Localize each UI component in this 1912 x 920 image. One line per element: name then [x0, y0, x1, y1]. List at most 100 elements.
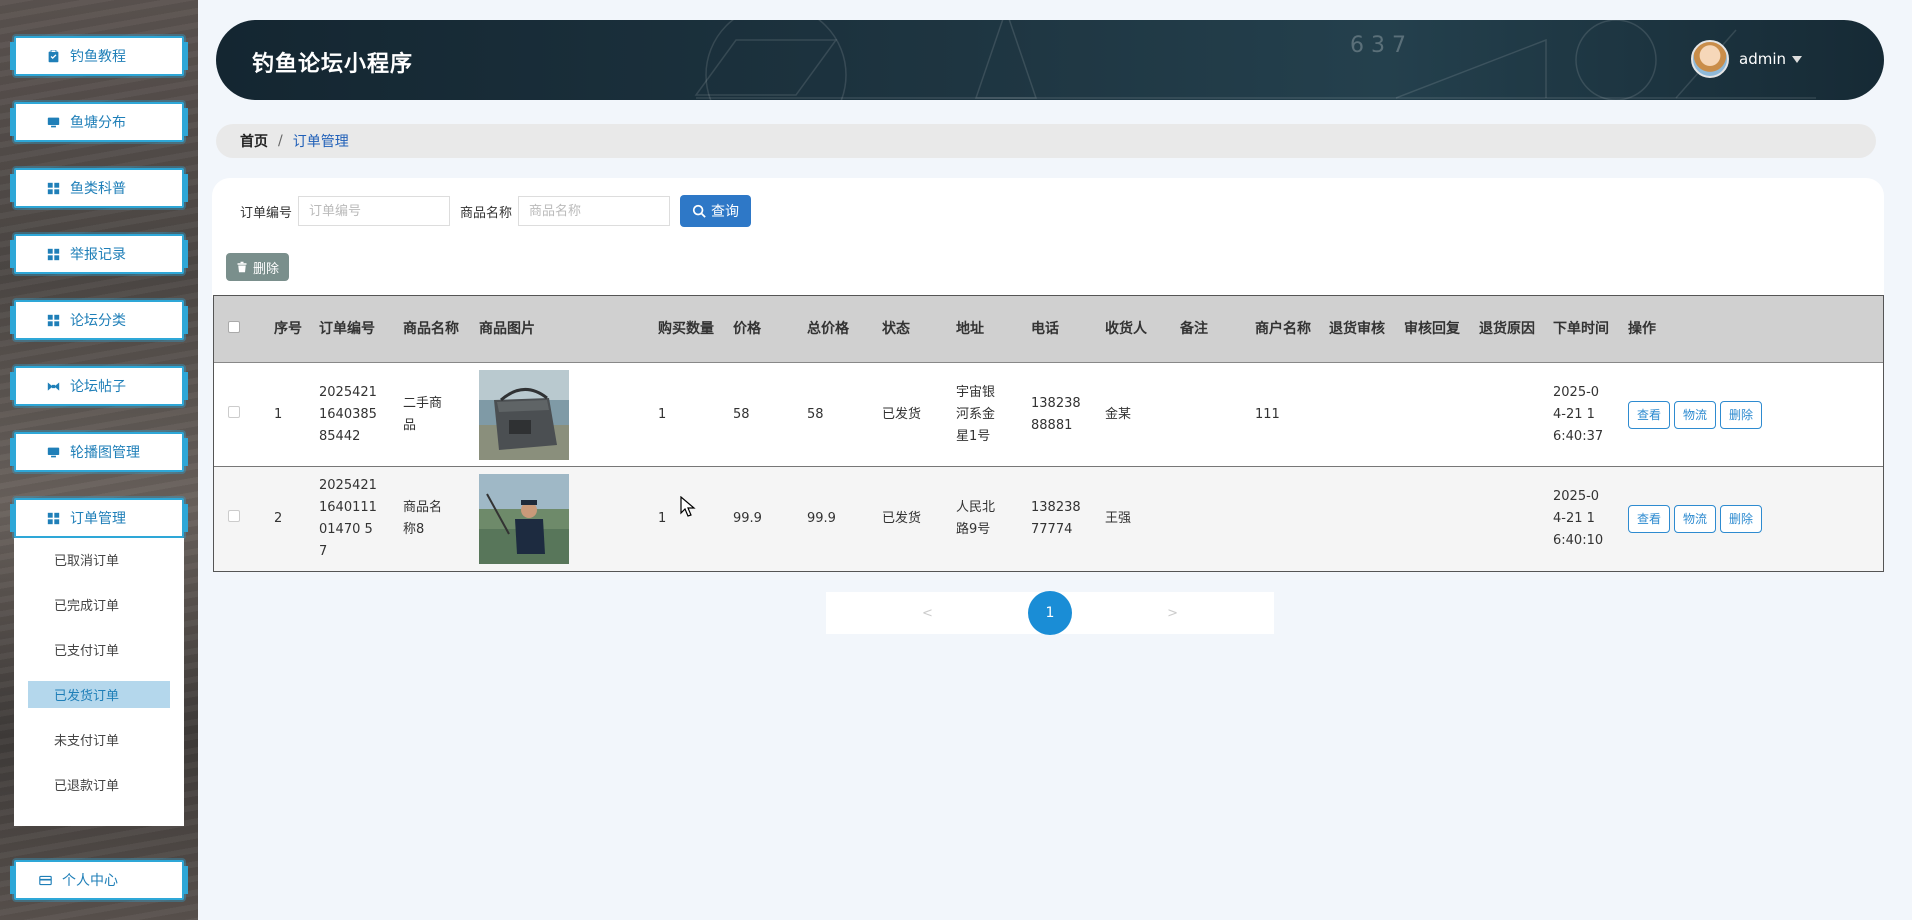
- col-header-status: 状态: [882, 321, 910, 337]
- trash-icon: [237, 261, 247, 273]
- logistics-button[interactable]: 物流: [1674, 400, 1717, 429]
- cell-receiver: 金某: [1105, 406, 1132, 422]
- col-header-goods-image: 商品图片: [479, 321, 535, 337]
- row-checkbox[interactable]: [228, 405, 240, 418]
- search-bar: 订单编号 商品名称 查询: [240, 195, 752, 227]
- avatar: [1691, 40, 1729, 78]
- search-icon: [692, 204, 706, 218]
- col-header-total[interactable]: 总价格: [807, 318, 882, 340]
- breadcrumb-current: 订单管理: [292, 134, 349, 150]
- caret-down-icon: [1792, 55, 1802, 63]
- cell-goods-name-wrap: 商品名称8: [403, 497, 479, 541]
- order-no-label: 订单编号: [240, 205, 293, 221]
- sidebar-item-label: 举报记录: [70, 247, 126, 263]
- sidebar-item-label: 订单管理: [70, 511, 126, 527]
- cell-order-time-wrap: 2025-04-21 16:40:10: [1553, 486, 1628, 552]
- cell-order-time: 2025-04-21 16:40:37: [1553, 384, 1604, 444]
- row-checkbox-cell: [214, 404, 274, 426]
- col-header-phone[interactable]: 电话: [1031, 318, 1105, 340]
- submenu-cancelled-orders[interactable]: 已取消订单: [28, 546, 170, 573]
- cell-order-no: 2025421164038585442: [319, 384, 377, 444]
- cell-address: 宇宙银河系金星1号: [956, 384, 996, 444]
- breadcrumb-home[interactable]: 首页: [240, 131, 268, 151]
- goods-name-input[interactable]: [518, 196, 671, 226]
- sidebar-item-label: 个人中心: [62, 873, 118, 889]
- sidebar-item-label: 鱼类科普: [70, 181, 126, 197]
- page-number-button[interactable]: 1: [1028, 591, 1072, 635]
- cell-total: 99.9: [807, 511, 836, 526]
- user-menu[interactable]: admin: [1691, 40, 1802, 78]
- order-no-input[interactable]: [298, 196, 451, 226]
- cell-order-time-wrap: 2025-04-21 16:40:37: [1553, 382, 1628, 448]
- card-icon: [38, 873, 52, 887]
- next-page-button[interactable]: >: [1167, 606, 1178, 621]
- sidebar-item-report-records[interactable]: 举报记录: [10, 234, 188, 274]
- col-header-order-no[interactable]: 订单编号: [319, 318, 403, 340]
- top-header: 6 3 7 钓鱼论坛小程序 admin: [216, 20, 1884, 100]
- select-all-checkbox[interactable]: [228, 321, 240, 333]
- sidebar-item-carousel-management[interactable]: 轮播图管理: [10, 432, 188, 472]
- product-image-cooler-bag: [479, 369, 569, 460]
- col-header-receiver: 收货人: [1105, 321, 1147, 337]
- cell-price: 99.9: [733, 511, 762, 526]
- submenu-shipped-orders[interactable]: 已发货订单: [28, 681, 170, 708]
- sidebar-item-order-management[interactable]: 订单管理: [10, 498, 188, 538]
- svg-text:6 3 7: 6 3 7: [1350, 33, 1406, 58]
- sidebar-item-fishpond-distribution[interactable]: 鱼塘分布: [10, 102, 188, 142]
- breadcrumb: 首页 / 订单管理: [216, 124, 1876, 158]
- breadcrumb-separator: /: [278, 133, 283, 149]
- mouse-pointer-icon: [680, 496, 696, 517]
- cell-seq: 2: [274, 511, 283, 526]
- logistics-button[interactable]: 物流: [1674, 505, 1717, 533]
- cell-order-no-wrap: 2025421164011101470 57: [319, 475, 403, 563]
- cell-receiver: 王强: [1105, 511, 1132, 526]
- sidebar-item-fish-science[interactable]: 鱼类科普: [10, 168, 188, 208]
- view-button[interactable]: 查看: [1628, 505, 1671, 533]
- col-header-goods-name: 商品名称: [403, 321, 459, 337]
- grid-icon: [46, 511, 60, 525]
- clipboard-icon: [46, 49, 60, 63]
- cell-status: 已发货: [882, 406, 922, 422]
- submenu-completed-orders[interactable]: 已完成订单: [28, 591, 170, 618]
- col-header-address[interactable]: 地址: [956, 318, 1031, 340]
- col-header-price[interactable]: 价格: [733, 318, 807, 340]
- header-background-decoration: 6 3 7: [694, 20, 1816, 100]
- col-header-note[interactable]: 备注: [1180, 318, 1255, 340]
- sidebar-item-fishing-tutorial[interactable]: 钓鱼教程: [10, 36, 188, 76]
- cell-goods-name: 商品名称8: [403, 500, 443, 537]
- submenu-paid-orders[interactable]: 已支付订单: [28, 636, 170, 663]
- goods-name-label: 商品名称: [460, 205, 513, 221]
- product-image-fishing-man: [479, 474, 569, 564]
- cell-order-no-wrap: 2025421164038585442: [319, 382, 403, 448]
- cell-phone-wrap: 13823877774: [1031, 497, 1105, 541]
- submenu-unpaid-orders[interactable]: 未支付订单: [28, 726, 170, 753]
- cell-order-time: 2025-04-21 16:40:10: [1553, 489, 1604, 548]
- sidebar-item-forum-category[interactable]: 论坛分类: [10, 300, 188, 340]
- view-button[interactable]: 查看: [1628, 400, 1671, 429]
- row-checkbox[interactable]: [228, 510, 240, 522]
- username: admin: [1739, 50, 1786, 68]
- col-header-return-reason: 退货原因: [1479, 321, 1535, 337]
- sidebar-item-personal-center[interactable]: 个人中心: [10, 860, 188, 900]
- query-button[interactable]: 查询: [680, 195, 752, 227]
- cell-status: 已发货: [882, 511, 922, 526]
- sidebar-item-label: 钓鱼教程: [70, 49, 126, 65]
- cell-phone: 13823877774: [1031, 500, 1081, 537]
- cell-goods-image: [479, 474, 658, 564]
- prev-page-button[interactable]: <: [922, 606, 933, 621]
- delete-row-button[interactable]: 删除: [1720, 400, 1763, 429]
- cell-shop: 111: [1255, 406, 1280, 422]
- sidebar-item-label: 轮播图管理: [70, 445, 140, 461]
- batch-delete-button[interactable]: 删除: [226, 253, 290, 281]
- grid-icon: [46, 181, 60, 195]
- cell-address: 人民北路9号: [956, 500, 996, 537]
- col-header-ops: 操作: [1628, 321, 1656, 337]
- submenu-refunded-orders[interactable]: 已退款订单: [28, 771, 170, 798]
- delete-row-button[interactable]: 删除: [1720, 505, 1763, 533]
- monitor-icon: [46, 115, 60, 129]
- col-header-seq: 序号: [274, 321, 302, 337]
- orders-table: 序号 订单编号 商品名称 商品图片 购买数量 价格 总价格 状态 地址 电话 收…: [213, 295, 1884, 572]
- order-submenu: 已取消订单 已完成订单 已支付订单 已发货订单 未支付订单 已退款订单: [14, 538, 184, 826]
- grid-icon: [46, 247, 60, 261]
- sidebar-item-forum-posts[interactable]: 论坛帖子: [10, 366, 188, 406]
